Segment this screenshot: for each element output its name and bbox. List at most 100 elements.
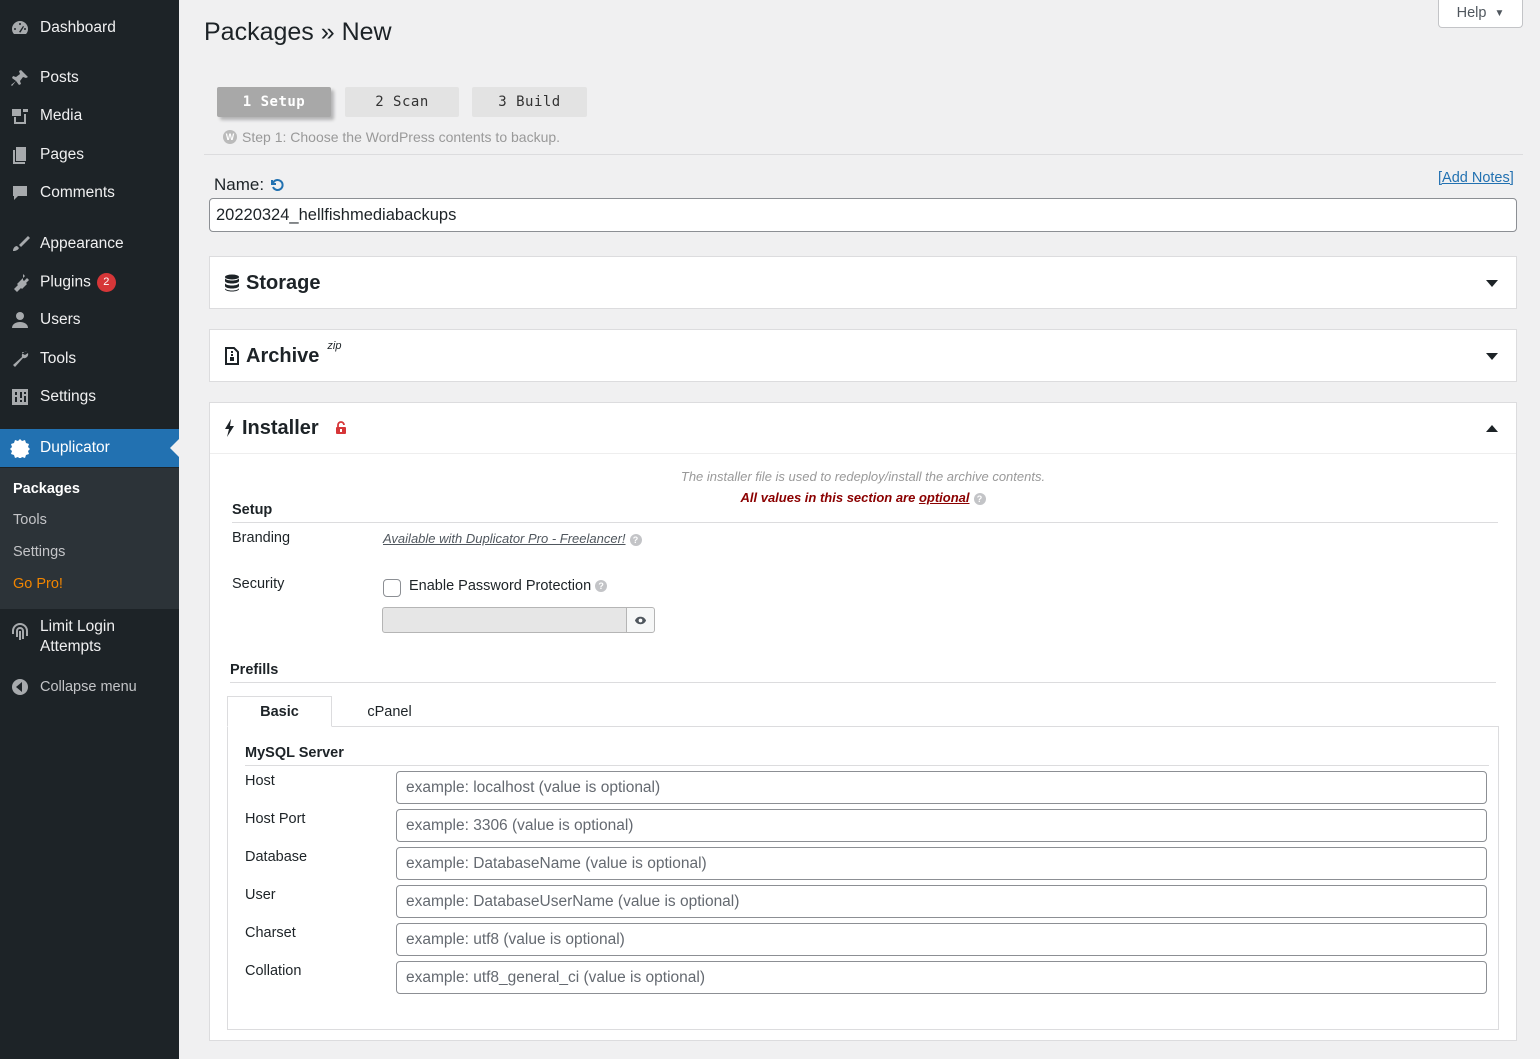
chevron-up-icon[interactable] xyxy=(1486,425,1498,432)
menu-item-settings[interactable]: Settings xyxy=(0,379,179,415)
submenu-settings[interactable]: Settings xyxy=(13,544,65,560)
divider xyxy=(204,154,1523,155)
menu-item-tools[interactable]: Tools xyxy=(0,341,179,377)
charset-input[interactable] xyxy=(396,923,1487,956)
database-input[interactable] xyxy=(396,847,1487,880)
menu-item-appearance[interactable]: Appearance xyxy=(0,226,179,262)
storage-panel: Storage xyxy=(209,256,1517,309)
optional-link[interactable]: optional xyxy=(919,490,970,505)
user-label: User xyxy=(245,887,276,903)
menu-item-users[interactable]: Users xyxy=(0,302,179,338)
menu-label: Users xyxy=(40,311,81,328)
installer-panel: Installer The installer file is used to … xyxy=(209,402,1517,1041)
divider xyxy=(232,522,1498,523)
optional-notice: All values in this section are optional? xyxy=(210,490,1516,505)
chevron-down-icon[interactable] xyxy=(1486,280,1498,287)
host-port-input[interactable] xyxy=(396,809,1487,842)
menu-item-duplicator[interactable]: Duplicator xyxy=(0,429,179,467)
menu-label: Plugins 2 xyxy=(40,272,116,292)
charset-label: Charset xyxy=(245,925,296,941)
menu-label-line1: Limit Login xyxy=(40,618,115,635)
dashboard-icon xyxy=(0,18,40,38)
branding-label: Branding xyxy=(232,530,291,546)
installer-body: The installer file is used to redeploy/i… xyxy=(210,453,1516,1041)
storage-panel-header[interactable]: Storage xyxy=(224,257,320,309)
unlock-icon xyxy=(335,421,346,434)
database-label: Database xyxy=(245,849,308,865)
show-password-button[interactable] xyxy=(626,607,655,633)
storage-title: Storage xyxy=(246,271,321,294)
user-input[interactable] xyxy=(396,885,1487,918)
archive-title: Archive xyxy=(246,344,320,367)
step-description: W Step 1: Choose the WordPress contents … xyxy=(223,129,560,145)
installer-note: The installer file is used to redeploy/i… xyxy=(680,469,1046,484)
menu-label: Duplicator xyxy=(40,439,110,456)
paintbrush-icon xyxy=(0,234,40,254)
submenu-tools[interactable]: Tools xyxy=(13,512,47,528)
security-label: Security xyxy=(232,576,285,592)
menu-item-posts[interactable]: Posts xyxy=(0,60,179,96)
chevron-down-icon[interactable] xyxy=(1486,353,1498,360)
menu-item-media[interactable]: Media xyxy=(0,98,179,134)
database-icon xyxy=(225,274,239,292)
menu-item-comments[interactable]: Comments xyxy=(0,175,179,211)
menu-label: Tools xyxy=(40,350,77,367)
collation-input[interactable] xyxy=(396,961,1487,994)
reset-name-icon[interactable] xyxy=(269,177,285,193)
menu-label: Posts xyxy=(40,69,79,86)
tab-cpanel[interactable]: cPanel xyxy=(337,696,442,727)
menu-item-limit-login-attempts[interactable]: Limit Login Attempts xyxy=(0,617,179,661)
admin-sidebar: Dashboard Posts Media Pages Comments App… xyxy=(0,0,179,1059)
prefills-section-title: Prefills xyxy=(230,662,279,678)
package-name-input[interactable] xyxy=(209,198,1517,232)
basic-tab-content: MySQL Server Host Host Port Database Use… xyxy=(227,726,1499,1030)
branding-pro-link-text[interactable]: Available with Duplicator Pro - Freelanc… xyxy=(383,531,626,546)
media-icon xyxy=(0,106,40,126)
password-protection-label[interactable]: Enable Password Protection? xyxy=(409,578,608,594)
menu-label: Settings xyxy=(40,388,97,405)
mysql-server-title: MySQL Server xyxy=(245,745,344,761)
help-icon[interactable]: ? xyxy=(595,580,608,593)
tab-basic[interactable]: Basic xyxy=(227,696,332,727)
menu-item-plugins[interactable]: Plugins 2 xyxy=(0,264,179,300)
step-build: 3 Build xyxy=(472,87,587,117)
help-icon[interactable]: ? xyxy=(629,533,642,546)
collapse-menu-button[interactable]: Collapse menu xyxy=(0,669,179,705)
eye-icon xyxy=(634,616,647,624)
page-title: Packages » New xyxy=(204,18,392,46)
menu-label: Collapse menu xyxy=(40,679,137,695)
collapse-icon xyxy=(0,677,40,697)
submenu-packages[interactable]: Packages xyxy=(13,481,80,497)
divider xyxy=(245,765,1489,766)
duplicator-icon xyxy=(0,438,40,458)
help-label: Help xyxy=(1456,5,1487,21)
menu-item-pages[interactable]: Pages xyxy=(0,137,179,173)
archive-panel: Archive zip xyxy=(209,329,1517,382)
menu-item-dashboard[interactable]: Dashboard xyxy=(0,10,179,46)
archive-panel-header[interactable]: Archive zip xyxy=(224,330,341,382)
caret-down-icon: ▼ xyxy=(1494,7,1505,19)
submenu-go-pro[interactable]: Go Pro! xyxy=(13,576,63,592)
optional-notice-text: All values in this section are xyxy=(740,490,919,505)
password-protection-checkbox[interactable] xyxy=(383,579,401,597)
installer-panel-header[interactable]: Installer xyxy=(224,403,347,453)
wordpress-icon: W xyxy=(223,130,237,144)
menu-label: Appearance xyxy=(40,235,124,252)
host-input[interactable] xyxy=(396,771,1487,804)
help-tab-button[interactable]: Help ▼ xyxy=(1438,0,1523,28)
step-description-text: Step 1: Choose the WordPress contents to… xyxy=(242,129,561,145)
menu-label: Dashboard xyxy=(40,19,116,36)
divider xyxy=(230,682,1496,683)
step-setup: 1 Setup xyxy=(217,87,331,117)
name-label: Name: xyxy=(214,175,285,195)
add-notes-link[interactable]: [Add Notes] xyxy=(1438,170,1514,186)
settings-icon xyxy=(0,387,40,407)
password-protection-label-text: Enable Password Protection xyxy=(409,578,592,594)
step-scan: 2 Scan xyxy=(345,87,459,117)
collation-label: Collation xyxy=(245,963,302,979)
menu-label-text: Plugins xyxy=(40,273,91,291)
installer-title: Installer xyxy=(242,416,319,439)
help-icon[interactable]: ? xyxy=(973,492,986,505)
branding-pro-link[interactable]: Available with Duplicator Pro - Freelanc… xyxy=(383,531,642,546)
bolt-icon xyxy=(225,419,234,437)
